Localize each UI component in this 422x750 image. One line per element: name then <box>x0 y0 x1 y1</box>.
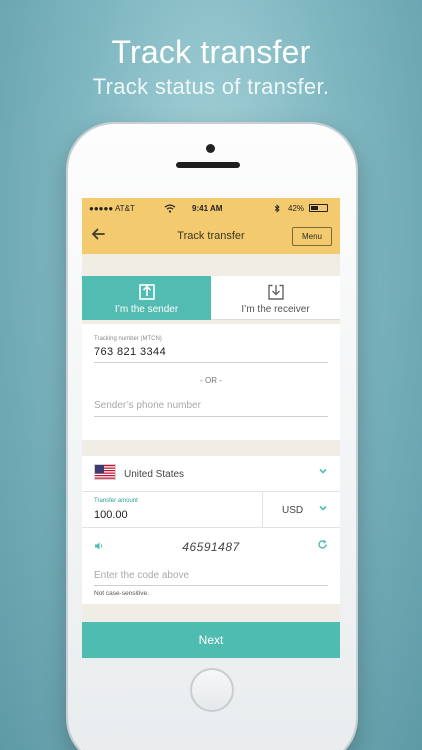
sender-phone-input[interactable]: Sender’s phone number <box>94 400 201 411</box>
tab-sender-label: I’m the sender <box>114 304 179 315</box>
upload-icon <box>137 283 157 301</box>
transfer-amount-input[interactable]: 100.00 <box>94 509 128 521</box>
country-name: United States <box>124 469 185 480</box>
tab-receiver[interactable]: I’m the receiver <box>211 276 340 320</box>
divider <box>94 362 328 363</box>
or-separator: - OR - <box>200 376 222 385</box>
clock: 9:41 AM <box>192 204 223 213</box>
transfer-amount-label: Transfer amount <box>94 498 138 504</box>
status-bar: ●●●●● AT&T 9:41 AM 42% <box>82 198 340 218</box>
tracking-number-label: Tracking number (MTCN) <box>94 336 162 342</box>
battery-percent: 42% <box>288 204 305 213</box>
tab-receiver-label: I’m the receiver <box>241 304 310 315</box>
nav-bar: Track transfer Menu <box>82 218 340 254</box>
captcha-card: 46591487 Enter the code above Not case-s… <box>82 528 340 604</box>
chevron-down-icon <box>318 467 328 478</box>
tab-sender[interactable]: I’m the sender <box>82 276 211 320</box>
currency-select[interactable]: USD <box>282 505 303 516</box>
wifi-icon <box>164 204 176 215</box>
menu-button[interactable]: Menu <box>292 227 332 246</box>
refresh-icon[interactable] <box>317 539 328 553</box>
battery-icon <box>309 204 328 212</box>
home-button[interactable] <box>190 668 234 712</box>
country-select[interactable]: United States <box>82 456 340 492</box>
amount-row: Transfer amount 100.00 USD <box>82 492 340 528</box>
tracking-number-field[interactable]: 763 821 3344 <box>94 346 166 358</box>
promo-headline: Track transfer <box>111 34 311 70</box>
captcha-code: 46591487 <box>182 540 240 554</box>
role-segmented-control: I’m the sender I’m the receiver <box>82 276 340 320</box>
earpiece-speaker <box>176 162 240 168</box>
promo-subline: Track status of transfer. <box>92 74 330 99</box>
chevron-down-icon[interactable] <box>318 504 328 515</box>
divider <box>94 416 328 417</box>
divider <box>94 585 328 586</box>
bluetooth-icon <box>274 204 280 215</box>
us-flag-icon <box>94 464 116 480</box>
next-button[interactable]: Next <box>82 622 340 658</box>
front-camera <box>206 144 215 153</box>
captcha-input[interactable]: Enter the code above <box>94 570 189 581</box>
divider <box>262 492 263 528</box>
app-screen: ●●●●● AT&T 9:41 AM 42% Track transfer Me… <box>82 198 340 658</box>
carrier-label: ●●●●● AT&T <box>89 204 135 213</box>
captcha-hint: Not case-sensitive. <box>94 590 149 597</box>
tracking-card: Tracking number (MTCN) 763 821 3344 - OR… <box>82 324 340 440</box>
download-icon <box>266 283 286 301</box>
